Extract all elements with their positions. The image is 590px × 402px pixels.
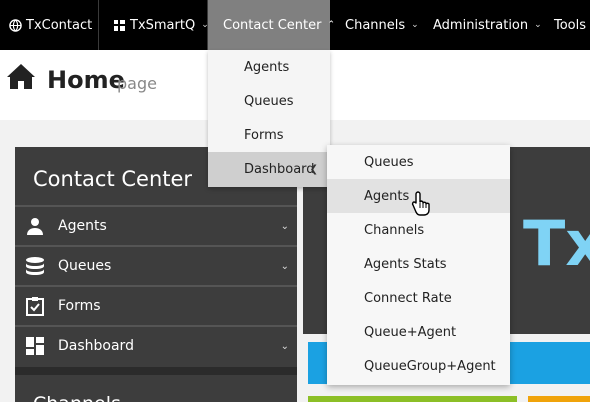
nav-tools-label: Tools (554, 17, 587, 33)
sidebar-item-label: Agents (58, 218, 107, 234)
menu-item-dashboard[interactable]: Dashboard ❮ (208, 152, 330, 187)
submenu-item-queue-agent[interactable]: Queue+Agent (327, 315, 510, 349)
globe-icon (9, 18, 22, 32)
submenu-item-queues[interactable]: Queues (327, 145, 510, 179)
submenu-item-label: Channels (364, 222, 425, 238)
submenu-item-label: Agents Stats (364, 256, 447, 272)
submenu-item-label: Agents (364, 188, 410, 204)
submenu-item-channels[interactable]: Channels (327, 213, 510, 247)
submenu-item-agents-stats[interactable]: Agents Stats (327, 247, 510, 281)
sidebar-item-label: Forms (58, 298, 101, 314)
sidebar-item-agents[interactable]: Agents ⌄ (15, 205, 297, 245)
submenu-item-label: Queues (364, 154, 414, 170)
menu-item-queues[interactable]: Queues (208, 84, 330, 118)
submenu-item-connect-rate[interactable]: Connect Rate (327, 281, 510, 315)
nav-divider (98, 0, 99, 50)
page-title: Home (47, 66, 125, 94)
grid-icon (114, 19, 125, 31)
sidebar-item-dashboard[interactable]: Dashboard ⌄ (15, 325, 297, 365)
menu-item-agents[interactable]: Agents (208, 50, 330, 84)
chevron-up-icon: ⌃ (327, 20, 336, 30)
nav-contact-center[interactable]: Contact Center ⌃ (208, 0, 335, 50)
nav-tools[interactable]: Tools (554, 0, 586, 50)
menu-item-label: Queues (244, 93, 294, 109)
top-navbar: TxContact TxSmartQ ⌄ Contact Center ⌃ Ch… (0, 0, 590, 50)
submenu-item-label: Connect Rate (364, 290, 452, 306)
green-tile (308, 396, 517, 402)
chevron-down-icon: ⌄ (280, 220, 289, 232)
sidebar-item-forms[interactable]: Forms (15, 285, 297, 325)
submenu-item-label: QueueGroup+Agent (364, 358, 496, 374)
dashboard-icon (25, 336, 45, 356)
sidebar-item-queues[interactable]: Queues ⌄ (15, 245, 297, 285)
submenu-item-queuegroup-agent[interactable]: QueueGroup+Agent (327, 349, 510, 383)
menu-item-forms[interactable]: Forms (208, 118, 330, 152)
chevron-down-icon: ⌄ (411, 20, 419, 30)
brand-text: Tx (523, 207, 590, 280)
menu-item-label: Agents (244, 59, 290, 75)
menu-item-label: Forms (244, 127, 284, 143)
nav-txcontact-label: TxContact (26, 17, 93, 33)
nav-channels-label: Channels (345, 17, 406, 33)
nav-administration[interactable]: Administration ⌄ (433, 0, 542, 50)
nav-txcontact[interactable]: TxContact (9, 0, 92, 50)
dashboard-submenu: Queues Agents Channels Agents Stats Conn… (327, 145, 510, 385)
chevron-down-icon: ⌄ (280, 340, 289, 352)
nav-txsmartq-label: TxSmartQ (130, 17, 196, 33)
menu-item-label: Dashboard (244, 162, 315, 177)
nav-administration-label: Administration (433, 17, 529, 33)
chevron-down-icon: ⌄ (280, 260, 289, 272)
sidebar-item-label: Queues (58, 258, 112, 274)
nav-channels[interactable]: Channels ⌄ (345, 0, 419, 50)
nav-txsmartq[interactable]: TxSmartQ ⌄ (114, 0, 209, 50)
contact-center-menu: Agents Queues Forms Dashboard ❮ (208, 50, 330, 187)
sidebar-separator (15, 367, 297, 375)
page-subtitle: page (117, 74, 157, 93)
submenu-item-label: Queue+Agent (364, 324, 457, 340)
sidebar-next-title: Channels (33, 393, 121, 402)
sidebar-title: Contact Center (33, 167, 193, 191)
nav-contact-center-label: Contact Center (223, 17, 322, 33)
sidebar-item-label: Dashboard (58, 338, 134, 354)
chevron-left-icon: ❮ (309, 164, 318, 175)
clipboard-check-icon (25, 296, 45, 316)
chevron-down-icon: ⌄ (534, 20, 542, 30)
hand-cursor-icon (411, 190, 433, 216)
home-icon (6, 62, 36, 90)
orange-tile (528, 396, 590, 402)
database-icon (25, 256, 45, 276)
user-icon (25, 216, 45, 236)
